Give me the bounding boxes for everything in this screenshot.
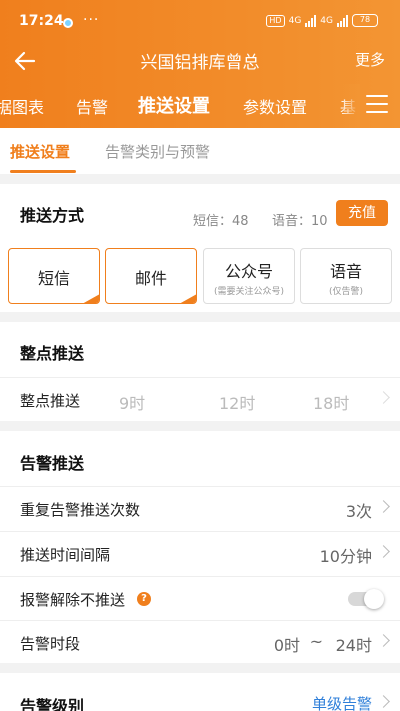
method-email[interactable]: 邮件 [105,248,197,304]
hour-option[interactable]: 12时 [219,390,255,414]
push-interval-row[interactable]: 推送时间间隔 10分钟 [0,531,400,575]
hourly-push-section: 整点推送 整点推送 9时 12时 18时 [0,322,400,421]
alarm-period-end[interactable]: 24时 [336,632,372,656]
method-wechat-note: (需要关注公众号) [213,287,285,297]
repeat-count-label: 重复告警推送次数 [20,501,141,519]
repeat-count-value: 3次 [345,502,372,521]
subtab-push-settings[interactable]: 推送设置 [10,141,70,162]
method-email-label: 邮件 [134,269,167,288]
alarm-period-separator: ~ [309,632,323,651]
chevron-right-icon [377,695,390,708]
subtab-indicator [10,170,76,173]
sub-tabs: 推送设置 告警类别与预警 [0,128,400,174]
hour-option[interactable]: 18时 [313,390,349,414]
selected-corner-icon [179,294,196,303]
signal-icon [305,14,317,27]
method-voice-note: (仅告警) [328,287,364,297]
network-label-1: 4G [288,15,302,26]
chevron-right-icon [377,500,390,513]
hourly-push-title: 整点推送 [20,344,85,363]
tab-alarm[interactable]: 告警 [76,94,108,118]
alarm-period-label: 告警时段 [20,635,81,653]
page-title: 兴国铝排库曾总 [140,53,260,73]
method-sms[interactable]: 短信 [8,248,100,304]
push-method-title: 推送方式 [20,206,85,225]
alarm-push-section: 告警推送 重复告警推送次数 3次 推送时间间隔 10分钟 报警解除不推送 ? 告… [0,431,400,663]
tab-chart[interactable]: 据图表 [0,94,44,118]
method-wechat-label: 公众号 [224,262,273,281]
battery-icon: 78 [352,14,378,27]
no-push-on-clear-row: 报警解除不推送 ? [0,576,400,620]
tab-push-settings[interactable]: 推送设置 [138,92,210,118]
toggle-knob [364,589,384,609]
push-interval-label: 推送时间间隔 [20,546,111,564]
hour-option[interactable]: 9时 [119,390,145,414]
status-right: HD 4G 4G 78 [266,14,378,27]
status-bar: 17:24 ··· HD 4G 4G 78 [0,0,400,44]
app-header: 兴国铝排库曾总 更多 [0,44,400,78]
more-button[interactable]: 更多 [355,49,385,70]
alarm-push-title: 告警推送 [20,454,85,473]
menu-icon[interactable] [366,95,388,115]
status-time: 17:24 [19,13,64,29]
chevron-right-icon [377,391,390,404]
hd-badge: HD [266,14,285,27]
chevron-right-icon [377,545,390,558]
tab-fade [340,84,360,128]
method-wechat[interactable]: 公众号 (需要关注公众号) [203,248,295,304]
subtab-alarm-category[interactable]: 告警类别与预警 [105,141,210,162]
more-notifications-icon: ··· [83,12,100,28]
alarm-level-title: 告警级别 [20,697,85,711]
no-push-toggle[interactable] [348,589,384,609]
app-notification-icon [63,18,73,28]
alarm-level-value: 单级告警 [311,695,372,711]
push-method-section: 推送方式 短信：48 语音：10 充值 短信 邮件 公众号 (需要关注公众号) … [0,184,400,312]
alarm-level-section[interactable]: 告警级别 单级告警 [0,673,400,711]
hourly-push-row[interactable]: 整点推送 9时 12时 18时 [0,377,400,421]
alarm-period-start[interactable]: 0时 [274,632,300,656]
no-push-on-clear-label: 报警解除不推送 [20,591,126,609]
alarm-period-row[interactable]: 告警时段 0时 ~ 24时 [0,620,400,664]
hourly-push-label: 整点推送 [20,392,81,410]
signal-icon-2 [337,14,348,27]
recharge-button[interactable]: 充值 [336,200,388,226]
selected-corner-icon [82,294,99,303]
method-sms-label: 短信 [37,269,70,288]
voice-count: 语音：10 [272,214,328,229]
repeat-count-row[interactable]: 重复告警推送次数 3次 [0,486,400,530]
tab-parameter-settings[interactable]: 参数设置 [243,94,307,118]
chevron-right-icon [377,634,390,647]
sms-count: 短信：48 [193,214,249,229]
top-bar: 17:24 ··· HD 4G 4G 78 兴国铝排库曾总 更多 据图表 告警 … [0,0,400,128]
method-voice[interactable]: 语音 (仅告警) [300,248,392,304]
main-tabs: 据图表 告警 推送设置 参数设置 基 [0,84,400,128]
network-label-2: 4G [320,15,333,26]
push-interval-value: 10分钟 [319,547,372,566]
method-voice-label: 语音 [329,262,362,281]
help-icon[interactable]: ? [137,592,151,606]
